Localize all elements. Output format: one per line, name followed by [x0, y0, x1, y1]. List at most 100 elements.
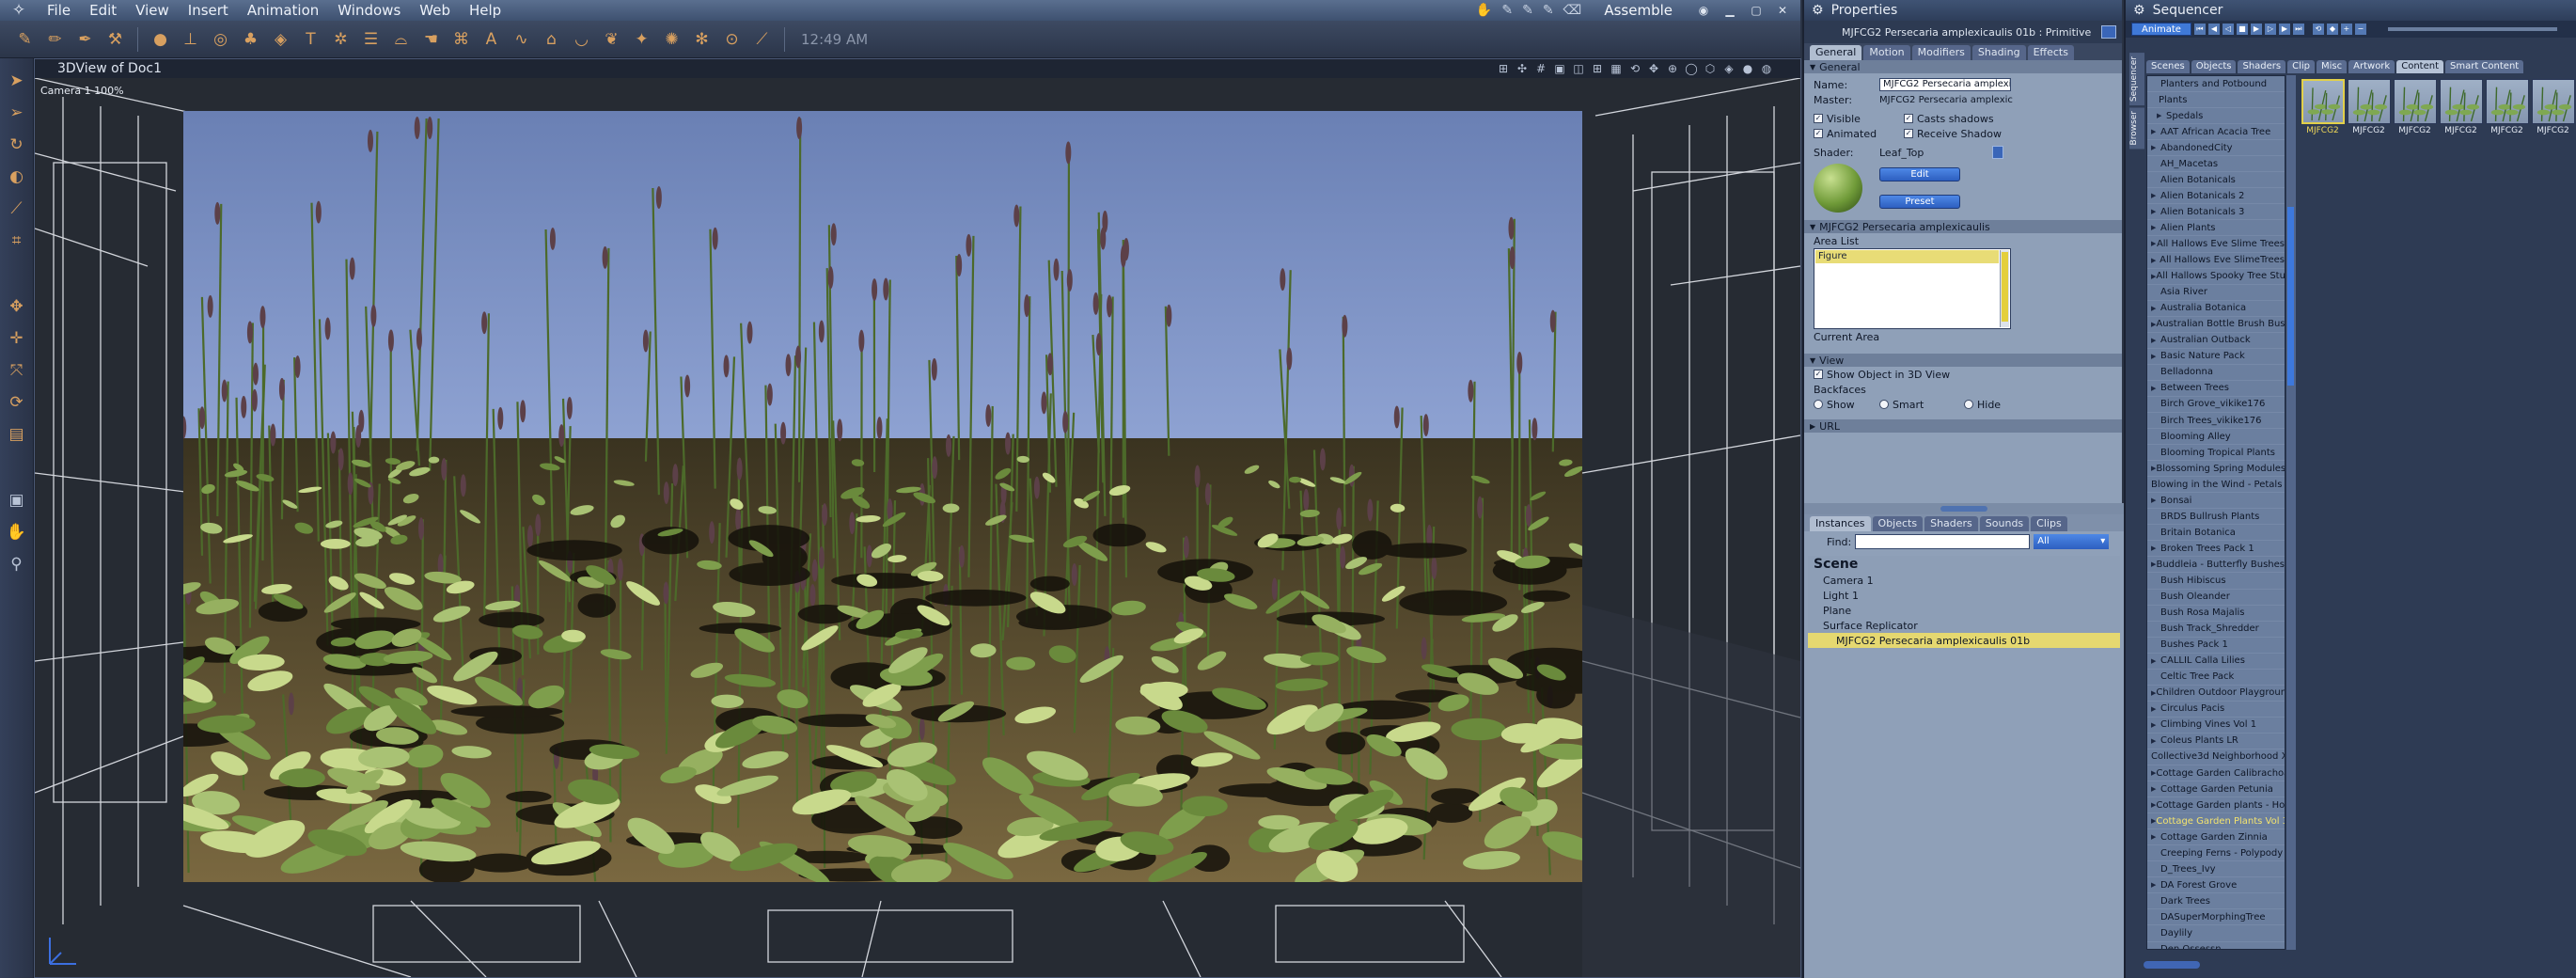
- grid-icon[interactable]: #: [1533, 61, 1548, 76]
- content-folder-item[interactable]: ▶ Spedals: [2147, 108, 2285, 125]
- content-folder-item[interactable]: ▶ Between Trees: [2147, 381, 2285, 397]
- layout-triple-icon[interactable]: ▦: [1609, 61, 1624, 76]
- prev-key-icon[interactable]: ◀: [2207, 24, 2220, 35]
- edit-shader-button[interactable]: Edit: [1879, 167, 1960, 181]
- cone-primitive-icon[interactable]: ◈: [267, 25, 294, 53]
- area-list[interactable]: Figure: [1814, 248, 2011, 329]
- plant-thumbnail-image[interactable]: [2347, 79, 2391, 124]
- tab-sounds[interactable]: Sounds: [1979, 516, 2030, 531]
- zoom-view-icon[interactable]: ⊕: [1665, 61, 1680, 76]
- plant-thumbnail-image[interactable]: [2301, 79, 2345, 124]
- object-section-header[interactable]: ▼ MJFCG2 Persecaria amplexicaulis: [1804, 220, 2122, 233]
- bowl-icon[interactable]: ◡: [568, 25, 595, 53]
- content-folder-item[interactable]: ▶ Alien Botanicals 3: [2147, 204, 2285, 221]
- content-thumbnail[interactable]: MJFCG2: [2301, 79, 2345, 135]
- pan-hand-icon[interactable]: ✋: [4, 519, 30, 545]
- tree-item-plant[interactable]: MJFCG2 Persecaria amplexicaulis 01b: [1808, 633, 2120, 648]
- content-folder-item[interactable]: Alien Botanicals: [2147, 172, 2285, 189]
- tab-objects[interactable]: Objects: [1872, 516, 1924, 531]
- content-folder-item[interactable]: Collective3d Neighborhood X: [2147, 749, 2285, 766]
- lathe-icon[interactable]: ⌓: [387, 25, 415, 53]
- content-thumbnail[interactable]: MJFCG2: [2439, 79, 2483, 135]
- content-folder-item[interactable]: ▶ Cottage Garden plants - Hollo: [2147, 797, 2285, 814]
- camera-icon[interactable]: ▣: [4, 487, 30, 513]
- content-folder-item[interactable]: Plants: [2147, 92, 2285, 109]
- target-icon[interactable]: ⊙: [718, 25, 746, 53]
- area-list-scrollbar[interactable]: [2000, 250, 2009, 327]
- tab-smart-content[interactable]: Smart Content: [2445, 60, 2524, 73]
- app-logo-icon[interactable]: ✧: [0, 0, 38, 21]
- content-folder-item[interactable]: Bush Oleander: [2147, 590, 2285, 606]
- content-folder-item[interactable]: ▶ Alien Botanicals 2: [2147, 188, 2285, 205]
- content-list-scrollbar[interactable]: [2286, 75, 2296, 950]
- content-folder-item[interactable]: ▶ Cottage Garden Plants Vol 3: [2147, 813, 2285, 830]
- plant-thumbnail-image[interactable]: [2393, 79, 2437, 124]
- gear-primitive-icon[interactable]: ✲: [327, 25, 354, 53]
- tree-item-plane[interactable]: Plane: [1808, 603, 2120, 618]
- view-section-header[interactable]: ▼ View: [1804, 354, 2122, 367]
- content-folder-item[interactable]: ▶ Blossoming Spring Modules: [2147, 461, 2285, 478]
- loop-icon[interactable]: ⟲: [2312, 24, 2324, 35]
- tab-shading[interactable]: Shading: [1971, 45, 2026, 60]
- textured-icon[interactable]: ◍: [1759, 61, 1774, 76]
- content-folder-item[interactable]: ▶ AbandonedCity: [2147, 140, 2285, 157]
- plant-thumbnail-image[interactable]: [2439, 79, 2483, 124]
- eye-icon[interactable]: ◉: [1695, 3, 1712, 18]
- rewind-icon[interactable]: ⏮: [2193, 24, 2206, 35]
- 3d-viewport[interactable]: 3DView of Doc1 ⊞ ✣ # ▣ ◫ ⊞ ▦ ⟲ ✥ ⊕ ◯ ⬡ ◈…: [34, 58, 1801, 978]
- replicator-icon[interactable]: ⌘: [448, 25, 475, 53]
- selection-arrow-icon[interactable]: ➤: [4, 68, 30, 94]
- tree-item-surface-replicator[interactable]: Surface Replicator: [1808, 618, 2120, 633]
- area-list-scroll-thumb[interactable]: [2002, 252, 2008, 322]
- cube-preview-icon[interactable]: ⬡: [1703, 61, 1718, 76]
- animate-button[interactable]: Animate: [2131, 23, 2191, 36]
- content-folder-item[interactable]: ▶ AAT African Acacia Tree: [2147, 124, 2285, 141]
- visible-checkbox[interactable]: ✓: [1814, 114, 1823, 123]
- content-folder-item[interactable]: BRDS Bullrush Plants: [2147, 509, 2285, 526]
- menu-file[interactable]: File: [38, 0, 80, 21]
- content-folder-item[interactable]: ▶ DA Forest Grove: [2147, 877, 2285, 894]
- content-folder-item[interactable]: ▶ Australia Botanica: [2147, 301, 2285, 317]
- content-folder-item[interactable]: ▶ All Hallows Eve SlimeTrees: [2147, 253, 2285, 269]
- content-folder-item[interactable]: ▶ Cottage Garden Zinnia: [2147, 829, 2285, 846]
- content-folder-item[interactable]: Daylily: [2147, 925, 2285, 942]
- content-thumbnail[interactable]: MJFCG2: [2531, 79, 2575, 135]
- paint-brush-icon[interactable]: ✎: [11, 25, 39, 53]
- content-folder-item[interactable]: ▶ Buddleia - Butterfly Bushes: [2147, 557, 2285, 574]
- content-list-scroll-thumb[interactable]: [2287, 207, 2294, 386]
- next-frame-icon[interactable]: ▷: [2264, 24, 2276, 35]
- wrench-icon[interactable]: ⚒: [102, 25, 129, 53]
- url-section-header[interactable]: ▶ URL: [1804, 419, 2122, 433]
- casts-shadows-checkbox[interactable]: ✓: [1904, 114, 1913, 123]
- tab-clip[interactable]: Clip: [2287, 60, 2316, 73]
- pen-tool-icon[interactable]: ✎: [1501, 3, 1513, 18]
- maximize-icon[interactable]: ▢: [1748, 3, 1765, 18]
- mode-label[interactable]: Assemble: [1604, 2, 1673, 19]
- menu-web[interactable]: Web: [410, 0, 460, 21]
- content-folder-item[interactable]: Blooming Tropical Plants: [2147, 445, 2285, 462]
- horizontal-scroll-thumb[interactable]: [2144, 961, 2200, 969]
- tab-artwork[interactable]: Artwork: [2348, 60, 2395, 73]
- spring-icon[interactable]: ∿: [508, 25, 535, 53]
- menu-windows[interactable]: Windows: [328, 0, 410, 21]
- content-folder-item[interactable]: AH_Macetas: [2147, 156, 2285, 173]
- general-section-header[interactable]: ▼ General: [1804, 60, 2122, 73]
- content-folder-item[interactable]: ▶ Australian Outback: [2147, 333, 2285, 349]
- tab-modifiers[interactable]: Modifiers: [1911, 45, 1971, 60]
- tab-objects[interactable]: Objects: [2191, 60, 2237, 73]
- dropper-icon[interactable]: ✦: [628, 25, 655, 53]
- leaf-icon[interactable]: ❦: [598, 25, 625, 53]
- content-folder-item[interactable]: Britain Botanica: [2147, 525, 2285, 542]
- wireframe-icon[interactable]: ◈: [1721, 61, 1736, 76]
- content-folder-item[interactable]: ▶ Bonsai: [2147, 493, 2285, 510]
- layout-single-icon[interactable]: ▣: [1552, 61, 1567, 76]
- sphere-preview-icon[interactable]: ◯: [1684, 61, 1699, 76]
- pan-icon[interactable]: ✥: [1646, 61, 1661, 76]
- content-folder-item[interactable]: Blooming Alley: [2147, 429, 2285, 446]
- move-icon[interactable]: ✥: [4, 293, 30, 320]
- hide-radio[interactable]: [1964, 400, 1973, 409]
- render-mode-icon[interactable]: ⊞: [1496, 61, 1511, 76]
- tree-item-camera[interactable]: Camera 1: [1808, 573, 2120, 588]
- menu-edit[interactable]: Edit: [80, 0, 126, 21]
- content-folder-item[interactable]: Belladonna: [2147, 365, 2285, 381]
